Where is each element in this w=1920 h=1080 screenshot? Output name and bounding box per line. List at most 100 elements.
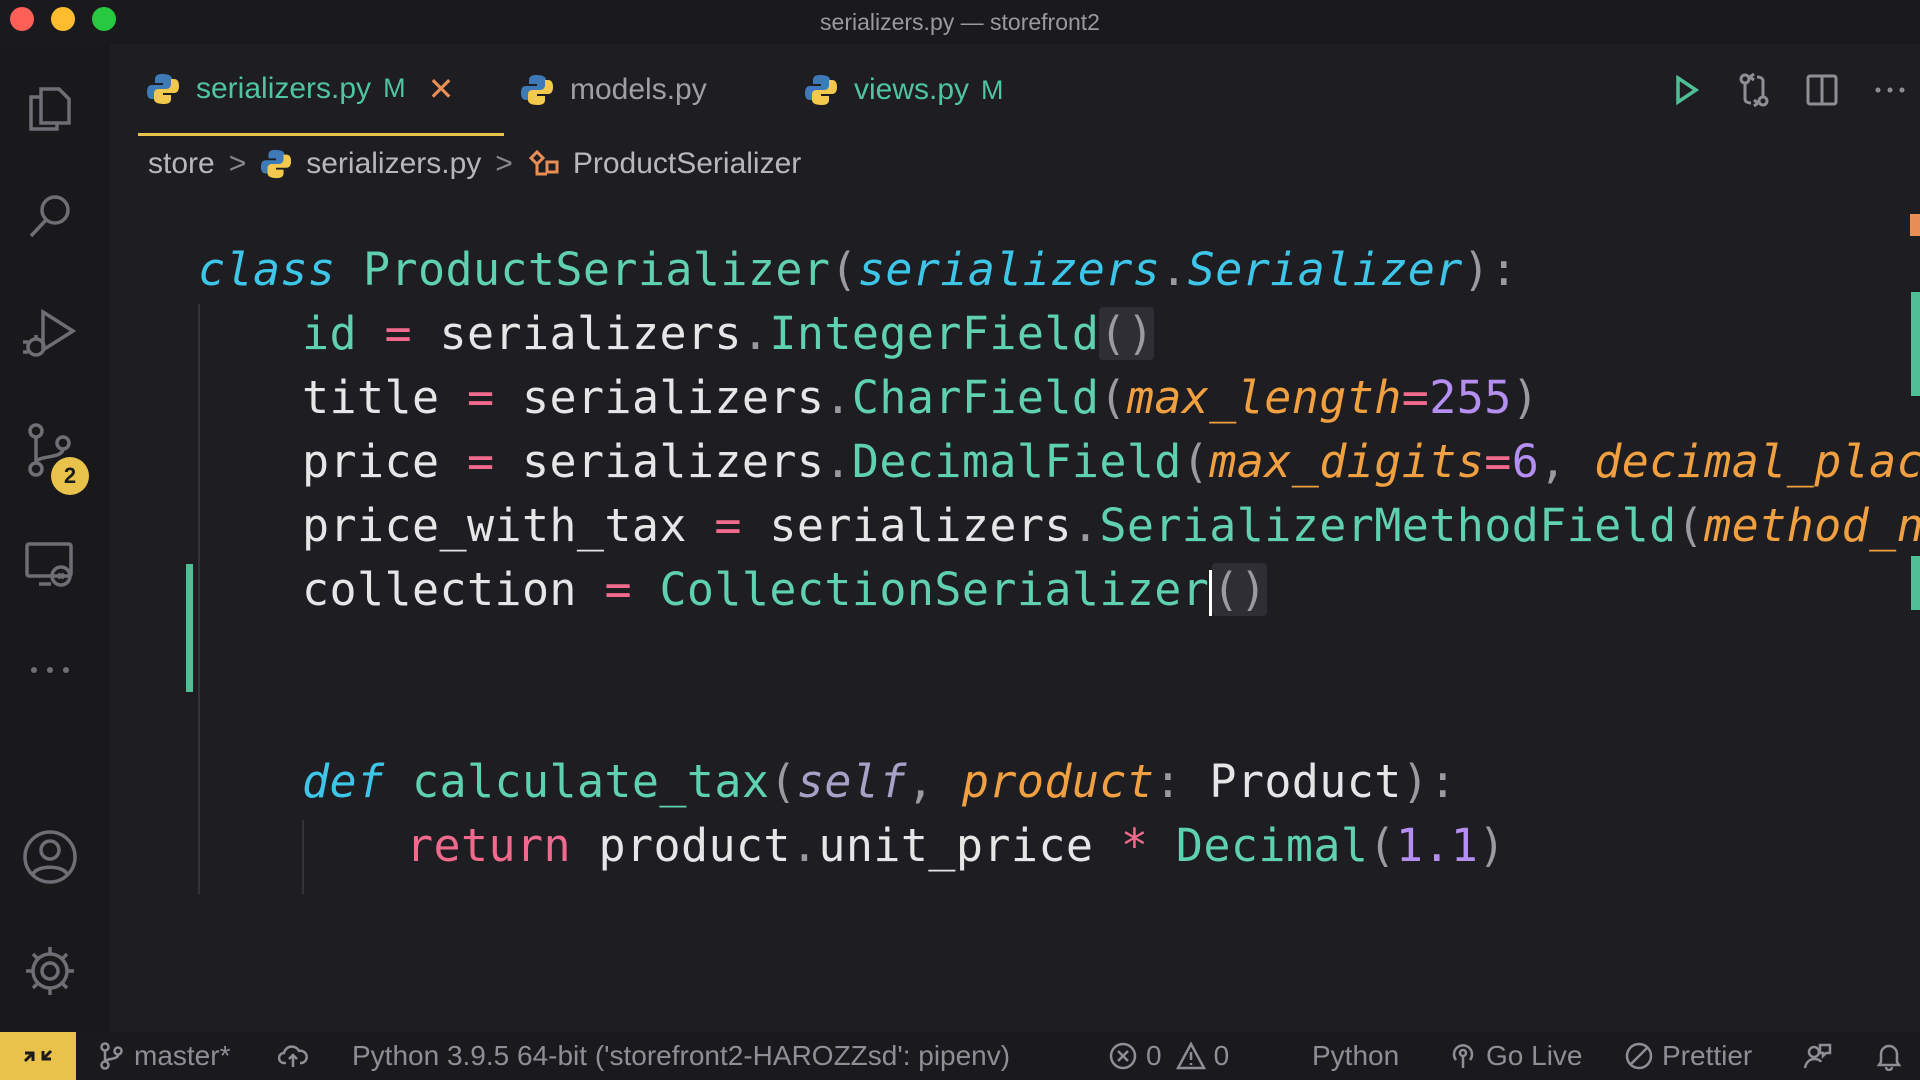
token-type: Product [1209,755,1402,808]
token-punct: , [1539,435,1567,488]
prettier-status[interactable]: Prettier [1624,1032,1752,1080]
git-branch-icon [100,1042,123,1070]
class-symbol-icon [528,149,559,176]
token-variable: title [302,371,440,424]
token-variable: price [302,435,440,488]
notifications-button[interactable] [1874,1032,1912,1080]
modified-marker: M [981,74,1004,105]
token-kwarg: max_length [1126,371,1402,424]
run-python-file-icon[interactable] [1666,70,1706,110]
code-line: id = serializers.IntegerField() [302,302,1155,366]
tab-views[interactable]: views.py M [804,44,1064,136]
go-live-label: Go Live [1486,1040,1583,1071]
token-module: serializers [769,499,1072,552]
git-added-gutter-marker [186,564,193,692]
remote-indicator[interactable] [0,1032,76,1080]
editor-actions [1666,70,1910,110]
token-self: self [796,755,907,808]
token-operator: = [466,435,495,488]
open-changes-icon[interactable] [1734,70,1774,110]
breadcrumb-folder[interactable]: store [148,147,215,181]
prettier-label: Prettier [1662,1040,1753,1071]
token-punct: ) [1511,371,1540,424]
overview-ruler-change [1911,292,1920,396]
language-label: Python [1312,1040,1400,1071]
close-tab-icon[interactable]: ✕ [428,70,455,108]
editor-tab-bar: serializers.py M ✕ models.py views.py M [110,44,1920,136]
tab-models[interactable]: models.py [510,44,780,136]
token-operator: = [714,499,742,552]
search-icon[interactable] [19,186,81,248]
broadcast-icon [1452,1044,1474,1068]
code-editor[interactable]: class ProductSerializer(serializers.Seri… [110,190,1920,1030]
tab-label: serializers.py [196,71,372,105]
settings-gear-icon[interactable] [19,940,81,1002]
token-number: 255 [1429,371,1512,424]
error-count: 0 [1146,1040,1162,1071]
language-mode[interactable]: Python [1312,1032,1399,1080]
token-punct: ( [830,243,858,296]
minimize-window-button[interactable] [51,7,75,31]
more-views-icon[interactable] [19,640,81,702]
token-operator: = [1484,435,1512,488]
breadcrumb-separator: > [228,147,247,180]
token-punct: ): [1462,243,1518,296]
token-class-name: CollectionSerializer [659,563,1210,616]
breadcrumb-symbol[interactable]: ProductSerializer [573,147,801,181]
token-punct: () [1099,307,1155,360]
sync-button[interactable] [278,1032,316,1080]
feedback-button[interactable] [1802,1032,1840,1080]
token-punct: . [1071,499,1100,552]
token-kwarg: method_name [1704,499,1920,552]
more-actions-icon[interactable] [1870,70,1910,110]
explorer-icon[interactable] [19,77,81,139]
token-operator: * [1120,819,1149,872]
problems-indicator[interactable]: 0 0 [1108,1032,1229,1080]
code-line: def calculate_tax(self, product: Product… [302,750,1457,814]
split-editor-icon[interactable] [1802,70,1842,110]
vscode-window: serializers.py — storefront2 2 serialize… [0,0,1920,1080]
token-keyword: class [198,243,336,296]
run-debug-icon[interactable] [19,302,81,364]
tab-serializers[interactable]: serializers.py M ✕ [138,44,504,136]
branch-indicator[interactable]: master* [96,1032,230,1080]
cloud-upload-icon [278,1045,308,1067]
close-window-button[interactable] [10,7,34,31]
token-module: serializers [439,307,742,360]
python-interpreter[interactable]: Python 3.9.5 64-bit ('storefront2-HAROZZ… [352,1032,1010,1080]
interpreter-label: Python 3.9.5 64-bit ('storefront2-HAROZZ… [352,1040,1011,1071]
token-class-name: ProductSerializer [362,243,831,296]
token-number: 6 [1511,435,1540,488]
token-keyword: return [406,819,571,872]
python-file-icon [521,75,553,105]
token-punct: ( [1676,499,1705,552]
python-file-icon [147,73,179,104]
token-variable: product [598,819,791,872]
warning-icon [1175,1041,1206,1070]
token-base-class: Serializer [1187,243,1463,296]
token-punct: ( [1099,371,1127,424]
indent-guide [198,304,200,894]
token-operator: = [384,307,412,360]
token-function: CharField [851,371,1100,424]
maximize-window-button[interactable] [92,7,116,31]
breadcrumb-separator: > [495,147,513,180]
overview-ruler-cursor [1910,214,1920,236]
modified-marker: M [383,73,406,103]
remote-explorer-icon[interactable] [19,534,81,596]
token-punct: () [1212,563,1268,616]
remote-icon [23,1049,53,1063]
branch-name: master* [134,1040,231,1071]
python-file-icon [805,75,837,105]
token-punct: ( [769,755,797,808]
breadcrumb-file[interactable]: serializers.py [306,147,481,181]
token-module: serializers [857,243,1161,296]
code-line: price_with_tax = serializers.SerializerM… [302,494,1920,558]
tab-label: views.py [854,73,970,106]
accounts-icon[interactable] [19,826,81,888]
token-punct: . [824,371,852,424]
token-module: serializers [521,371,825,424]
go-live-button[interactable]: Go Live [1448,1032,1583,1080]
token-variable: price_with_tax [302,499,687,552]
token-attribute: unit_price [818,819,1094,872]
